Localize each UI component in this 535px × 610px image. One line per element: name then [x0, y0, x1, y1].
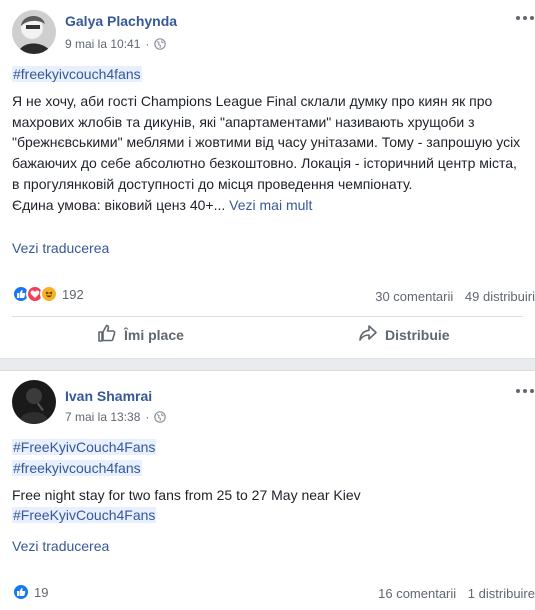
- post-body: #FreeKyivCouch4Fans #freekyivcouch4fans …: [12, 437, 523, 526]
- see-more-link[interactable]: Vezi mai mult: [229, 197, 312, 213]
- reaction-count: 192: [62, 286, 84, 302]
- see-translation-link[interactable]: Vezi traducerea: [12, 240, 109, 256]
- post-date[interactable]: 7 mai la 13:38: [65, 410, 140, 424]
- reactions-summary[interactable]: 19: [12, 583, 48, 601]
- post-text: Я не хочу, аби гості Champions League Fi…: [12, 92, 521, 192]
- post-stats: 30 comentarii 49 distribuiri: [367, 289, 535, 304]
- post-text: Free night stay for two fans from 25 to …: [12, 486, 361, 503]
- hashtag[interactable]: #freekyivcouch4fans: [12, 459, 142, 476]
- post-ivan: Ivan Shamrai 7 mai la 13:38 · #FreeKyivC…: [0, 371, 535, 610]
- meta-separator: ·: [145, 37, 150, 51]
- shares-count[interactable]: 1 distribuire: [468, 586, 535, 601]
- hashtag[interactable]: #freekyivcouch4fans: [12, 66, 142, 82]
- comments-count[interactable]: 16 comentarii: [378, 586, 456, 601]
- post-meta: 7 mai la 13:38 ·: [65, 410, 167, 424]
- post-galya: Galya Plachynda 9 mai la 10:41 · #freeky…: [0, 0, 535, 358]
- post-stats: 16 comentarii 1 distribuire: [370, 586, 535, 601]
- meta-separator: ·: [145, 410, 150, 424]
- globe-icon: [154, 411, 167, 423]
- more-icon[interactable]: [515, 385, 535, 397]
- thumbs-up-icon: [97, 323, 124, 346]
- share-arrow-icon: [358, 323, 385, 346]
- like-button[interactable]: Îmi place: [97, 323, 184, 346]
- haha-reaction-icon: [40, 285, 58, 303]
- reaction-count: 19: [34, 584, 49, 600]
- author-name[interactable]: Galya Plachynda: [65, 13, 177, 29]
- globe-icon: [154, 38, 167, 50]
- reactions-summary[interactable]: 192: [12, 285, 84, 303]
- comments-count[interactable]: 30 comentarii: [375, 289, 453, 304]
- more-icon[interactable]: [515, 12, 535, 24]
- hashtag[interactable]: #FreeKyivCouch4Fans: [12, 507, 157, 524]
- author-name[interactable]: Ivan Shamrai: [65, 388, 152, 404]
- share-label: Distribuie: [385, 326, 450, 343]
- feed-separator: [0, 358, 535, 371]
- action-bar: Îmi place Distribuie: [12, 316, 523, 357]
- post-text-last: Єдина умова: віковий ценз 40+: [12, 196, 214, 213]
- ellipsis: ...: [213, 196, 226, 213]
- post-body: #freekyivcouch4fans Я не хочу, аби гості…: [12, 64, 523, 216]
- share-button[interactable]: Distribuie: [358, 323, 450, 346]
- post-date[interactable]: 9 mai la 10:41: [65, 37, 140, 51]
- see-translation-link[interactable]: Vezi traducerea: [12, 538, 109, 554]
- hashtag[interactable]: #FreeKyivCouch4Fans: [12, 439, 157, 455]
- avatar[interactable]: [12, 10, 56, 54]
- post-meta: 9 mai la 10:41 ·: [65, 37, 167, 51]
- like-reaction-icon: [12, 583, 30, 601]
- like-label: Îmi place: [124, 326, 184, 343]
- shares-count[interactable]: 49 distribuiri: [465, 289, 535, 304]
- avatar[interactable]: [12, 380, 56, 424]
